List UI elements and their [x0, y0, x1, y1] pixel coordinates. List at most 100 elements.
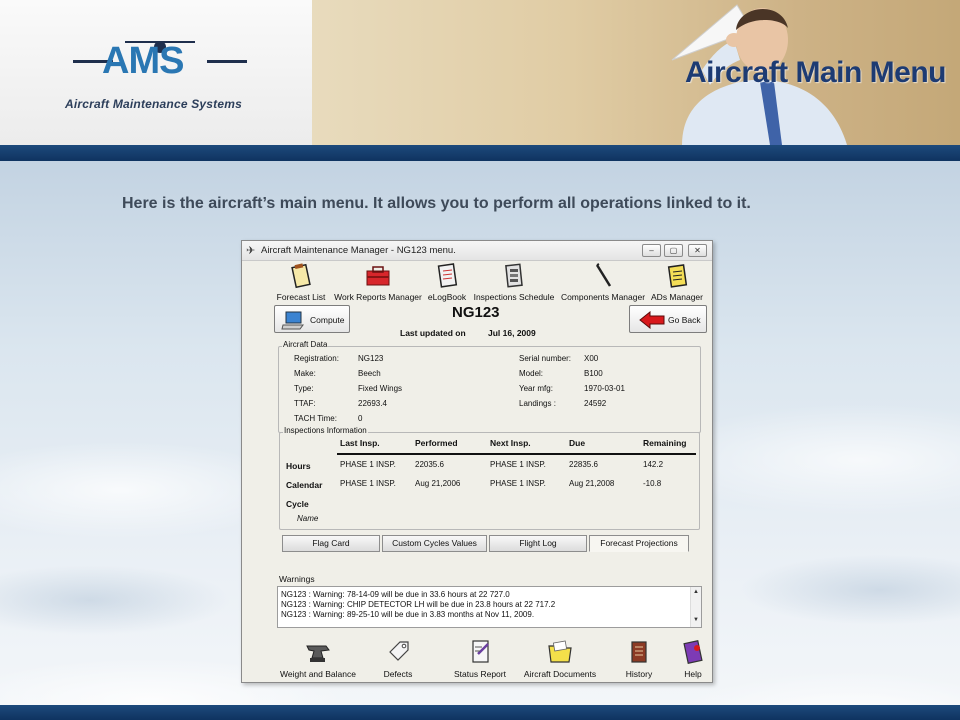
- app-window: ✈ Aircraft Maintenance Manager - NG123 m…: [241, 240, 713, 683]
- col-last-insp: Last Insp.: [340, 438, 380, 448]
- footer-band: [0, 705, 960, 720]
- logo-area: AMS Aircraft Maintenance Systems: [0, 0, 312, 145]
- calendar-performed: Aug 21,2006: [415, 479, 461, 488]
- calendar-due: Aug 21,2008: [569, 479, 615, 488]
- app-icon: ✈: [246, 245, 256, 257]
- make-value: Beech: [358, 369, 381, 378]
- warnings-label: Warnings: [279, 574, 315, 584]
- registration-label: Registration:: [294, 354, 339, 363]
- hours-due: 22835.6: [569, 460, 598, 469]
- row-label-hours: Hours: [286, 461, 311, 471]
- hours-last-insp: PHASE 1 INSP.: [340, 460, 396, 469]
- tach-time-label: TACH Time:: [294, 414, 337, 423]
- model-value: B100: [584, 369, 603, 378]
- name-label: Name: [297, 514, 319, 523]
- tag-icon: [389, 641, 409, 661]
- row-label-cycle: Cycle: [286, 499, 309, 509]
- last-updated-label: Last updated on: [400, 328, 466, 338]
- landings-label: Landings :: [519, 399, 556, 408]
- toolbar-components-manager[interactable]: Components Manager: [560, 261, 646, 302]
- minimize-button[interactable]: –: [642, 244, 661, 257]
- header-band: [0, 145, 960, 161]
- scroll-up-icon[interactable]: ▲: [693, 589, 699, 595]
- model-label: Model:: [519, 369, 544, 378]
- hours-next-insp: PHASE 1 INSP.: [490, 460, 546, 469]
- page-subtitle: Here is the aircraft’s main menu. It all…: [122, 195, 751, 212]
- folder-icon: [548, 640, 572, 663]
- row-label-calendar: Calendar: [286, 480, 323, 490]
- report-icon: [472, 640, 489, 663]
- calendar-remaining: -10.8: [643, 479, 662, 488]
- tab-forecast-projections[interactable]: Forecast Projections: [589, 535, 689, 552]
- history-book-icon: [631, 641, 647, 663]
- warnings-scrollbar[interactable]: ▲ ▼: [690, 587, 701, 627]
- tab-custom-cycles-values[interactable]: Custom Cycles Values: [382, 535, 487, 552]
- toolbox-icon: [366, 266, 390, 286]
- ttaf-label: TTAF:: [294, 399, 316, 408]
- toolbar-history[interactable]: History: [622, 638, 656, 679]
- back-arrow-icon: [639, 311, 665, 329]
- header: AMS Aircraft Maintenance Systems Aircraf…: [0, 0, 960, 145]
- header-photo: Aircraft Main Menu: [312, 0, 960, 145]
- ttaf-value: 22693.4: [358, 399, 387, 408]
- serial-number-value: X00: [584, 354, 599, 363]
- hours-remaining: 142.2: [643, 460, 664, 469]
- clipboard-icon: [291, 263, 311, 289]
- close-button[interactable]: ✕: [688, 244, 707, 257]
- toolbar-forecast-list[interactable]: Forecast List: [275, 261, 327, 302]
- anvil-icon: [306, 645, 330, 662]
- calendar-last-insp: PHASE 1 INSP.: [340, 479, 396, 488]
- aircraft-title: NG123: [452, 304, 500, 321]
- warnings-list[interactable]: NG123 : Warning: 78-14-09 will be due in…: [277, 586, 702, 628]
- toolbar-help[interactable]: Help: [678, 638, 708, 679]
- col-due: Due: [569, 438, 586, 448]
- type-label: Type:: [294, 384, 314, 393]
- logbook-icon: [437, 263, 458, 288]
- inspections-header-divider: [337, 453, 696, 455]
- logo-letters: AMS: [102, 40, 184, 82]
- toolbar-weight-and-balance[interactable]: Weight and Balance: [278, 638, 358, 679]
- col-performed: Performed: [415, 438, 458, 448]
- tab-flight-log[interactable]: Flight Log: [489, 535, 587, 552]
- help-book-icon: [683, 640, 703, 664]
- notepad-icon: [667, 264, 688, 288]
- window-titlebar[interactable]: ✈ Aircraft Maintenance Manager - NG123 m…: [242, 241, 712, 261]
- tach-time-value: 0: [358, 414, 363, 423]
- toolbar-inspections-schedule[interactable]: Inspections Schedule: [472, 261, 556, 302]
- aircraft-data-group-label: Aircraft Data: [282, 340, 329, 349]
- maximize-button[interactable]: ▢: [664, 244, 683, 257]
- toolbar-status-report[interactable]: Status Report: [448, 638, 512, 679]
- inspections-group-label: Inspections Information: [283, 426, 368, 435]
- year-mfg-value: 1970-03-01: [584, 384, 625, 393]
- type-value: Fixed Wings: [358, 384, 403, 393]
- year-mfg-label: Year mfg:: [519, 384, 553, 393]
- landings-value: 24592: [584, 399, 607, 408]
- toolbar-elogbook[interactable]: eLogBook: [426, 261, 468, 302]
- hours-performed: 22035.6: [415, 460, 444, 469]
- warning-item: NG123 : Warning: 89-25-10 will be due in…: [281, 610, 535, 619]
- window-title: Aircraft Maintenance Manager - NG123 men…: [261, 245, 456, 256]
- compute-button[interactable]: Compute: [274, 305, 350, 333]
- calendar-next-insp: PHASE 1 INSP.: [490, 479, 546, 488]
- warning-item: NG123 : Warning: CHIP DETECTOR LH will b…: [281, 600, 556, 609]
- component-icon: [595, 263, 612, 287]
- toolbar-aircraft-documents[interactable]: Aircraft Documents: [520, 638, 600, 679]
- make-label: Make:: [294, 369, 316, 378]
- warning-item: NG123 : Warning: 78-14-09 will be due in…: [281, 590, 510, 599]
- toolbar-ads-manager[interactable]: ADs Manager: [650, 261, 704, 302]
- page-title: Aircraft Main Menu: [684, 56, 947, 89]
- scroll-down-icon[interactable]: ▼: [693, 617, 699, 623]
- aircraft-data-group: Aircraft Data: [278, 340, 701, 433]
- schedule-icon: [505, 263, 523, 288]
- serial-number-label: Serial number:: [519, 354, 572, 363]
- go-back-button[interactable]: Go Back: [629, 305, 707, 333]
- col-next-insp: Next Insp.: [490, 438, 531, 448]
- toolbar-defects[interactable]: Defects: [378, 638, 418, 679]
- last-updated-value: Jul 16, 2009: [488, 328, 536, 338]
- registration-value: NG123: [358, 354, 384, 363]
- col-remaining: Remaining: [643, 438, 687, 448]
- toolbar-work-reports-manager[interactable]: Work Reports Manager: [332, 261, 424, 302]
- logo-tagline: Aircraft Maintenance Systems: [65, 97, 242, 111]
- tab-flag-card[interactable]: Flag Card: [282, 535, 380, 552]
- laptop-icon: [281, 311, 304, 330]
